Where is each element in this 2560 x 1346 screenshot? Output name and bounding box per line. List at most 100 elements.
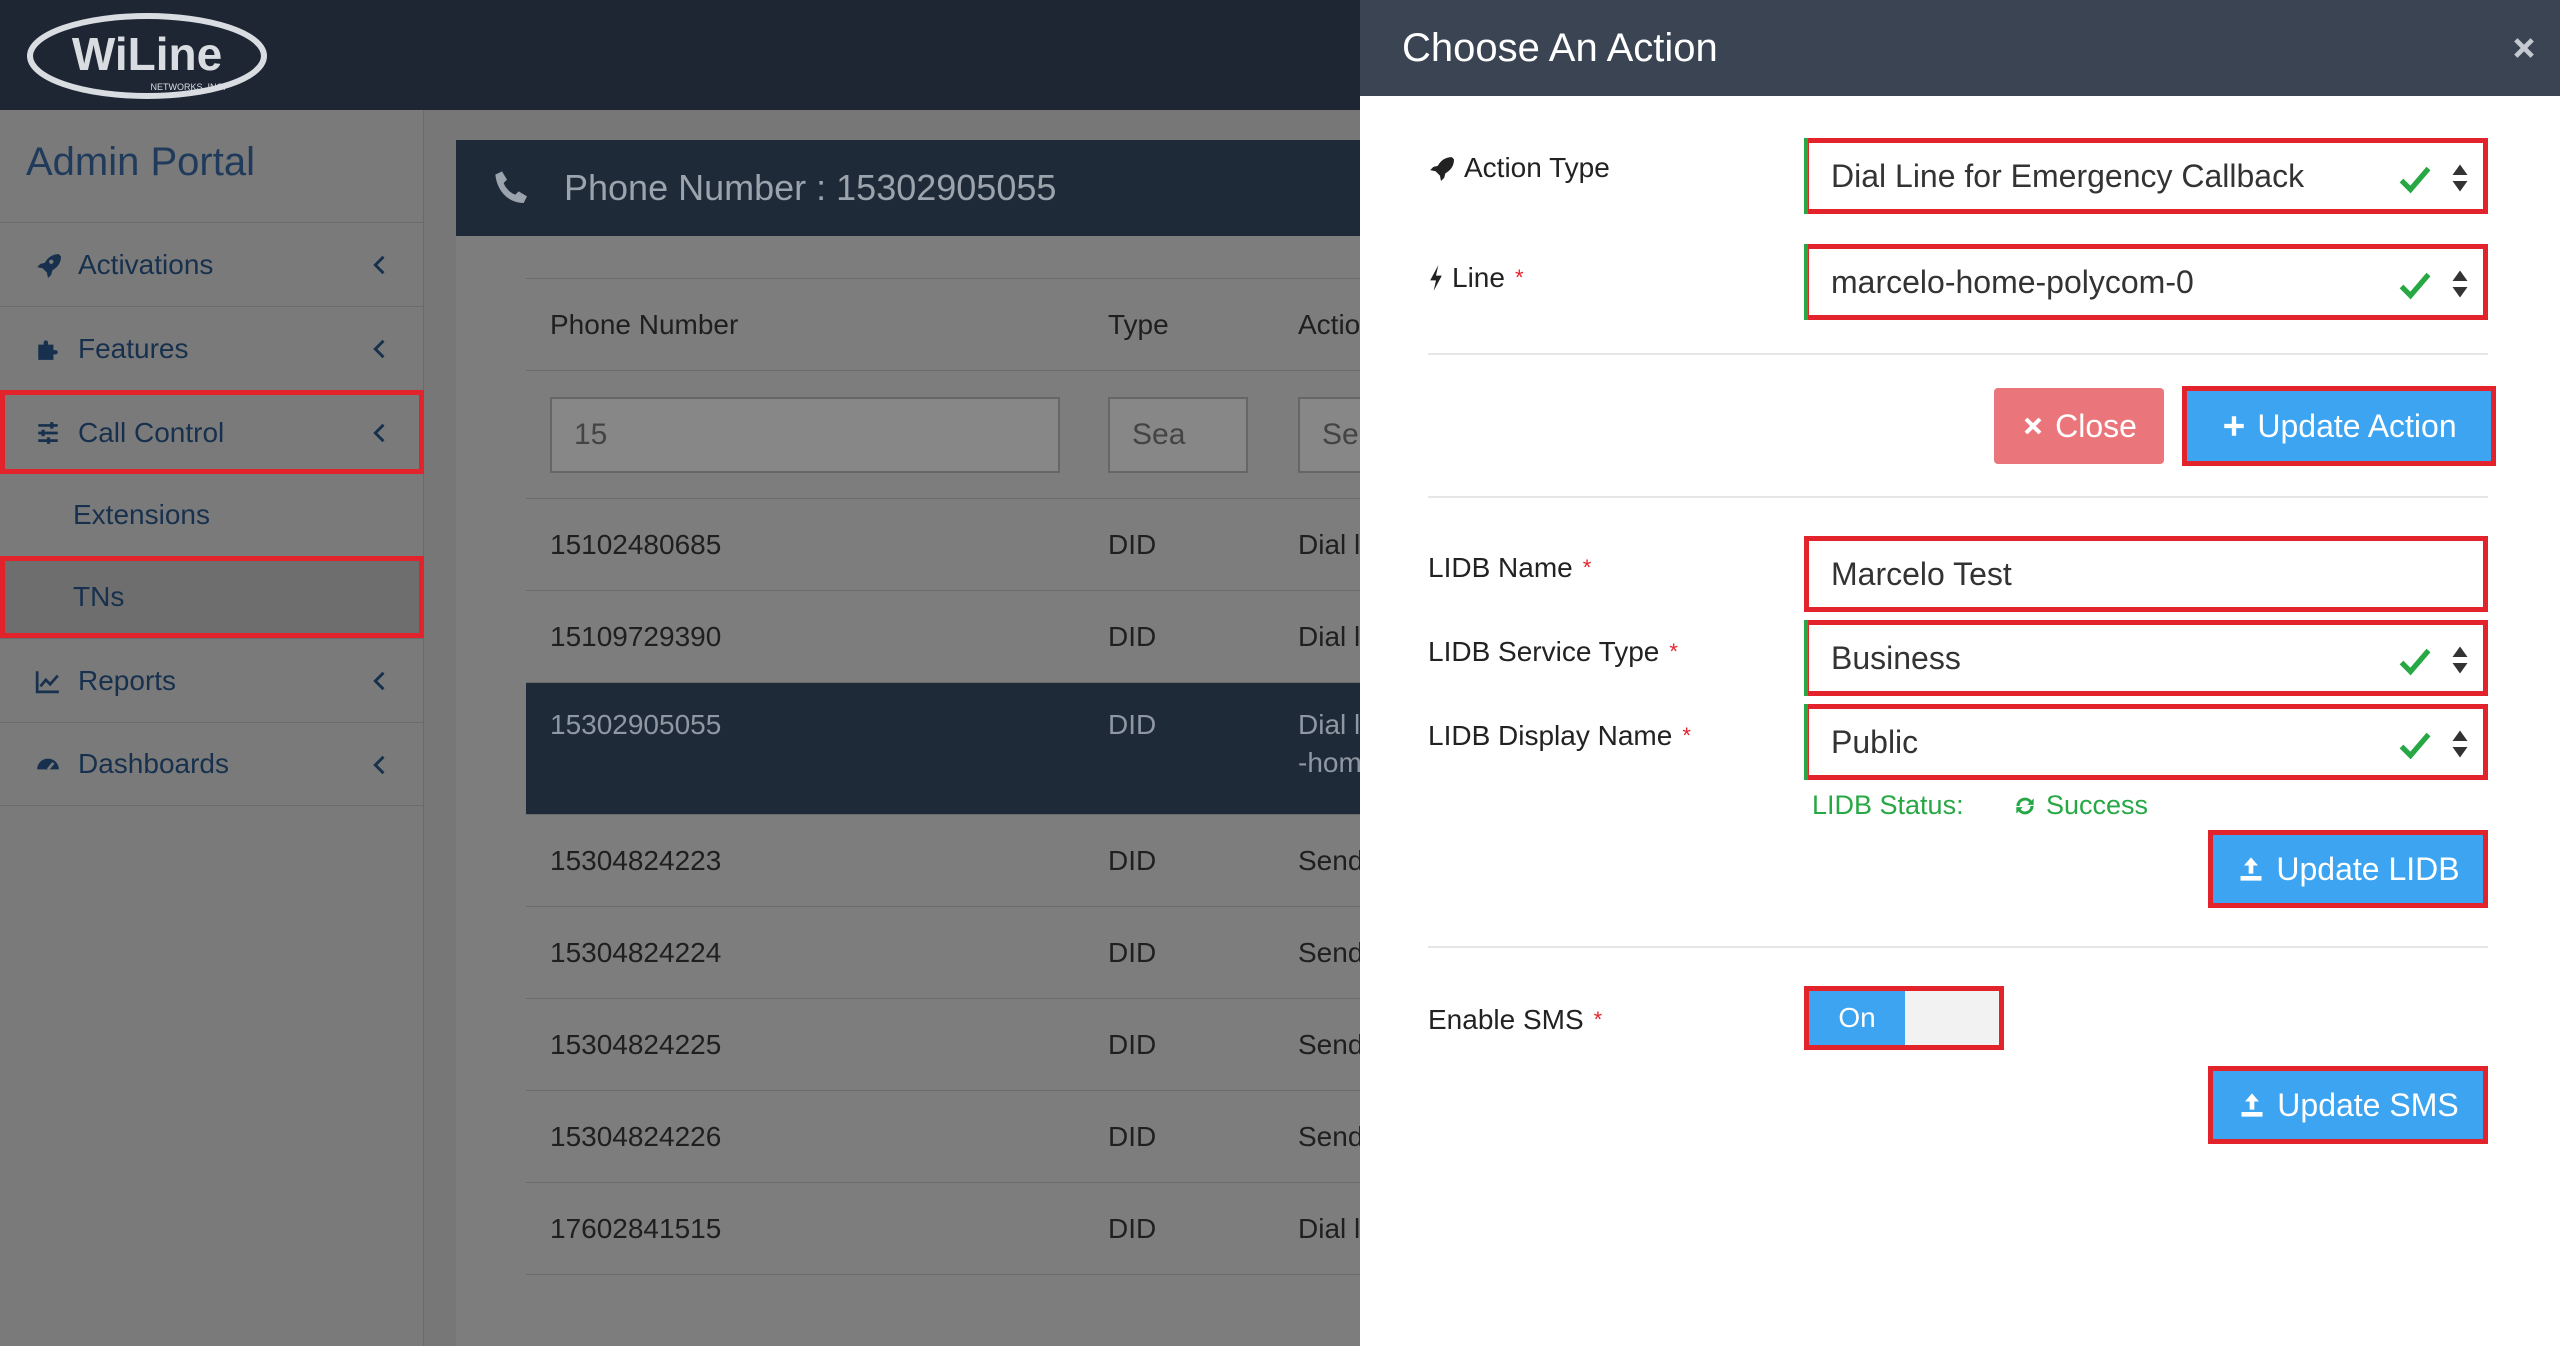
lidb-display-name-select[interactable]: Public: [1804, 704, 2488, 780]
tn-table: Phone Number Type Actio 15 Sea Se 151024…: [526, 278, 1426, 1275]
sidebar-item-label: Call Control: [78, 416, 225, 448]
rocket-icon: [32, 249, 64, 281]
cell-phone-number: 15304824226: [526, 1090, 1084, 1183]
lidb-name-input[interactable]: Marcelo Test: [1804, 536, 2488, 612]
table-row[interactable]: 17602841515 DID Dial l: [526, 1182, 1426, 1275]
table-row[interactable]: 15109729390 DID Dial l: [526, 590, 1426, 683]
divider: [1428, 946, 2488, 948]
divider: [1428, 496, 2488, 498]
line-value: marcelo-home-polycom-0: [1831, 263, 2194, 300]
sliders-icon: [32, 417, 64, 449]
sidebar-item-label: Reports: [78, 664, 177, 696]
puzzle-icon: [32, 333, 64, 365]
cell-phone-number: 15304824225: [526, 998, 1084, 1091]
table-header-row: Phone Number Type Actio: [526, 278, 1426, 371]
refresh-icon: [2016, 797, 2034, 814]
filter-row: 15 Sea Se: [526, 370, 1426, 499]
sidebar-item-label: Dashboards: [78, 748, 229, 779]
portal-title: Admin Portal: [26, 140, 255, 184]
lidb-service-type-label-group: LIDB Service Type *: [1428, 636, 1678, 668]
wiline-logo[interactable]: WiLine NETWORKS, INC.: [26, 10, 268, 102]
sidebar-item-label: Features: [78, 332, 189, 364]
required-asterisk: *: [1682, 723, 1691, 748]
table-row[interactable]: 15304824225 DID Send: [526, 998, 1426, 1091]
type-filter-input[interactable]: Sea: [1108, 396, 1248, 473]
sidebar-item-reports[interactable]: Reports: [0, 638, 424, 722]
table-row[interactable]: 15102480685 DID Dial l: [526, 498, 1426, 591]
modal-header: Choose An Action: [1360, 0, 2560, 96]
divider: [1428, 353, 2488, 355]
sidebar-item-label: Activations: [78, 248, 214, 280]
enable-sms-label-group: Enable SMS *: [1428, 1004, 1602, 1036]
cell-type: DID: [1084, 906, 1274, 999]
sidebar-item-call-control[interactable]: Call Control: [0, 390, 424, 474]
cell-phone-number: 15302905055: [526, 682, 1084, 815]
cell-phone-number: 15102480685: [526, 498, 1084, 591]
sidebar-item-activations[interactable]: Activations: [0, 222, 424, 306]
sidebar-item-label: Extensions: [73, 499, 210, 530]
close-button[interactable]: Close: [1994, 388, 2164, 464]
sort-caret-icon: [2452, 164, 2468, 192]
line-label-group: Line *: [1428, 262, 1524, 294]
table-row-selected[interactable]: 15302905055 DID Dial l -hom: [526, 682, 1426, 815]
close-button-label: Close: [2055, 407, 2137, 444]
cell-type: DID: [1084, 498, 1274, 591]
column-header-phone-number[interactable]: Phone Number: [526, 278, 1084, 371]
logo-subtext: NETWORKS, INC.: [150, 82, 225, 92]
valid-indicator: [1804, 620, 1808, 696]
phone-number-header: Phone Number : 15302905055: [456, 140, 1360, 236]
cell-type: DID: [1084, 682, 1274, 815]
table-row[interactable]: 15304824224 DID Send: [526, 906, 1426, 999]
checkmark-icon: [2399, 648, 2431, 676]
upload-icon: [2241, 1093, 2263, 1117]
sidebar-item-tns[interactable]: TNs: [0, 556, 424, 638]
line-label: Line: [1452, 262, 1505, 293]
tn-list-panel: Phone Number Type Actio 15 Sea Se 151024…: [456, 236, 1426, 1346]
cell-type: DID: [1084, 1182, 1274, 1275]
line-select[interactable]: marcelo-home-polycom-0: [1804, 244, 2488, 320]
rocket-icon: [1430, 157, 1454, 181]
sidebar-item-extensions[interactable]: Extensions: [0, 474, 424, 556]
cell-type: DID: [1084, 590, 1274, 683]
lidb-service-type-select[interactable]: Business: [1804, 620, 2488, 696]
required-asterisk: *: [1582, 555, 1592, 580]
lidb-status-value-group: Success: [2012, 790, 2148, 821]
cell-type: DID: [1084, 1090, 1274, 1183]
cell-type: DID: [1084, 814, 1274, 907]
sidebar-item-dashboards[interactable]: Dashboards: [0, 722, 424, 806]
column-header-type[interactable]: Type: [1084, 278, 1274, 371]
sort-caret-icon: [2452, 730, 2468, 758]
top-bar: WiLine NETWORKS, INC.: [0, 0, 1360, 110]
sidebar-item-features[interactable]: Features: [0, 306, 424, 390]
sidebar-item-label: TNs: [73, 581, 125, 612]
table-row[interactable]: 15304824223 DID Send: [526, 814, 1426, 907]
checkmark-icon: [2399, 272, 2431, 300]
enable-sms-toggle[interactable]: On: [1804, 986, 2004, 1050]
sidebar-nav: Activations Features Call Control Extens…: [0, 222, 424, 806]
update-lidb-button[interactable]: Update LIDB: [2208, 830, 2488, 908]
cell-type: DID: [1084, 998, 1274, 1091]
update-sms-button[interactable]: Update SMS: [2208, 1066, 2488, 1144]
lidb-display-name-label-group: LIDB Display Name *: [1428, 720, 1691, 752]
lidb-display-name-value: Public: [1831, 723, 1919, 760]
required-asterisk: *: [1593, 1007, 1603, 1032]
table-row[interactable]: 15304824226 DID Send: [526, 1090, 1426, 1183]
phone-icon: [495, 171, 527, 203]
required-asterisk: *: [1514, 265, 1524, 290]
chevron-left-icon: [373, 671, 385, 691]
toggle-on-state: On: [1809, 991, 1905, 1045]
choose-action-modal: Choose An Action Action Type Dial Line f…: [1360, 0, 2560, 1346]
action-type-value: Dial Line for Emergency Callback: [1831, 157, 2305, 194]
update-action-button[interactable]: Update Action: [2182, 386, 2496, 466]
close-icon[interactable]: [2510, 34, 2538, 62]
valid-indicator: [1804, 244, 1808, 320]
modal-title: Choose An Action: [1402, 25, 1718, 70]
plus-icon: [2224, 416, 2245, 436]
lidb-name-value: Marcelo Test: [1831, 555, 2012, 592]
action-type-select[interactable]: Dial Line for Emergency Callback: [1804, 138, 2488, 214]
lidb-display-name-label: LIDB Display Name: [1428, 720, 1673, 751]
chevron-left-icon: [373, 255, 385, 275]
sidebar: Admin Portal Activations Features Call C…: [0, 110, 424, 1346]
phone-number-filter-input[interactable]: 15: [550, 396, 1060, 473]
checkmark-icon: [2399, 732, 2431, 760]
